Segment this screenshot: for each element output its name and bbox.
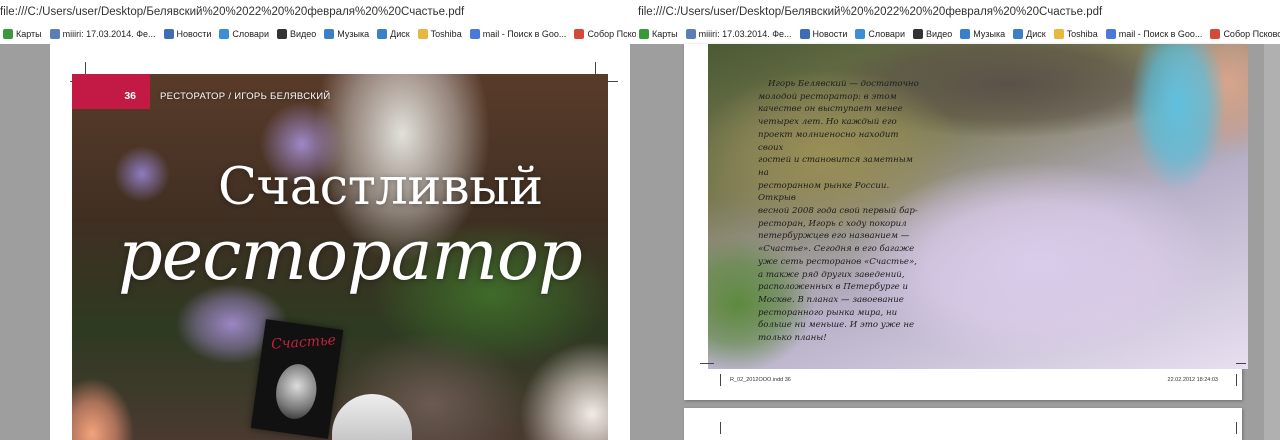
bookmark-label: Диск — [390, 29, 410, 39]
bookmark-item[interactable]: Словари — [852, 29, 908, 39]
page-number: 36 — [124, 90, 136, 102]
bookmark-item[interactable]: Видео — [274, 29, 319, 39]
crop-mark — [720, 374, 721, 386]
crop-mark — [720, 422, 721, 434]
right-browser-window: file:///C:/Users/user/Desktop/Белявский%… — [636, 0, 1280, 440]
bookmark-label: Карты — [652, 29, 678, 39]
page-number-tag: 36 — [72, 74, 150, 109]
next-pdf-page — [684, 408, 1242, 440]
site-icon — [574, 29, 585, 39]
bookmarks-bar: Карты miiiri: 17.03.2014. Фе... Новости Сло… — [636, 26, 1280, 42]
bookmark-item[interactable]: Собор Псково-Печ... — [571, 29, 636, 39]
iron-image — [332, 394, 412, 440]
bookmark-item[interactable]: Собор Псково-Печ... — [1207, 29, 1280, 39]
intro-paragraph: Игорь Белявский — достаточно молодой рес… — [758, 79, 919, 344]
pdf-viewer[interactable]: Игорь Белявский — достаточно молодой рес… — [636, 44, 1280, 440]
bookmark-item[interactable]: Диск — [374, 29, 413, 39]
bookmark-label: Видео — [925, 29, 953, 39]
bookmark-label: Диск — [1026, 29, 1046, 39]
folder-icon — [1053, 29, 1064, 39]
music-icon — [324, 29, 335, 39]
bookmark-label: Словари — [868, 29, 905, 39]
bookmark-item[interactable]: Новости — [797, 29, 851, 39]
vertical-scrollbar[interactable] — [1264, 44, 1280, 440]
bookmark-item[interactable]: Toshiba — [415, 29, 465, 39]
folder-icon — [417, 29, 428, 39]
bookmark-item[interactable]: mail - Поиск в Goo... — [1103, 29, 1206, 39]
maps-icon — [639, 29, 649, 39]
bookmark-label: miiiri: 17.03.2014. Фе... — [62, 29, 156, 39]
crop-mark — [700, 363, 714, 364]
book-title: Счастье — [270, 332, 337, 353]
pdf-page: Игорь Белявский — достаточно молодой рес… — [684, 44, 1248, 400]
bookmark-item[interactable]: Видео — [910, 29, 955, 39]
bookmark-label: Карты — [16, 29, 42, 39]
bookmark-label: Новости — [176, 29, 212, 39]
address-bar[interactable]: file:///C:/Users/user/Desktop/Белявский%… — [0, 6, 464, 22]
interior-photo: Игорь Белявский — достаточно молодой рес… — [708, 44, 1248, 369]
pdf-page: Счастье 36 РЕСТОРАТОР / ИГОРЬ БЕЛЯВСКИЙ … — [50, 44, 630, 440]
bookmark-label: Toshiba — [430, 29, 462, 39]
video-icon — [912, 29, 923, 39]
crop-mark — [1236, 363, 1246, 364]
dictionary-icon — [855, 29, 866, 39]
section-kicker: РЕСТОРАТОР / ИГОРЬ БЕЛЯВСКИЙ — [160, 91, 331, 102]
bookmark-label: Новости — [812, 29, 848, 39]
google-icon — [469, 29, 480, 39]
headline-line1: Счастливый — [218, 158, 543, 217]
book-portrait — [272, 361, 320, 422]
print-timestamp: 22.02.2012 18:24:03 — [1167, 377, 1218, 383]
bookmark-item[interactable]: Музыка — [321, 29, 372, 39]
bookmarks-bar: Карты miiiri: 17.03.2014. Фе... Новости Сло… — [0, 26, 636, 42]
bookmark-item[interactable]: Диск — [1010, 29, 1049, 39]
maps-icon — [3, 29, 13, 39]
address-bar[interactable]: file:///C:/Users/user/Desktop/Белявский%… — [638, 6, 1102, 22]
google-icon — [1105, 29, 1116, 39]
bookmark-label: Собор Псково-Печ... — [1223, 29, 1280, 39]
bookmark-label: Видео — [289, 29, 317, 39]
user-icon — [685, 29, 696, 39]
bookmark-label: Словари — [232, 29, 269, 39]
bookmark-label: mail - Поиск в Goo... — [1118, 29, 1203, 39]
bookmark-item[interactable]: Карты — [0, 29, 45, 39]
crop-mark — [1236, 374, 1237, 386]
bookmark-label: Toshiba — [1066, 29, 1098, 39]
bookmark-label: Музыка — [973, 29, 1006, 39]
bookmark-item[interactable]: Новости — [161, 29, 215, 39]
bookmark-item[interactable]: Toshiba — [1051, 29, 1101, 39]
bookmark-item[interactable]: mail - Поиск в Goo... — [467, 29, 570, 39]
bookmark-item[interactable]: Музыка — [957, 29, 1008, 39]
bookmark-label: Собор Псково-Печ... — [587, 29, 636, 39]
headline-line2: ресторатор — [118, 214, 583, 296]
news-icon — [799, 29, 810, 39]
file-slug: R_02_2012ООО.indd 36 — [730, 377, 791, 383]
bookmark-item[interactable]: miiiri: 17.03.2014. Фе... — [47, 29, 159, 39]
bookmark-item[interactable]: Словари — [216, 29, 272, 39]
crop-mark — [1236, 422, 1237, 434]
user-icon — [49, 29, 60, 39]
dictionary-icon — [219, 29, 230, 39]
bookmark-item[interactable]: Карты — [636, 29, 681, 39]
bookmark-label: mail - Поиск в Goo... — [482, 29, 567, 39]
bookmark-label: Музыка — [337, 29, 370, 39]
page-footer: R_02_2012ООО.indd 36 22.02.2012 18:24:03 — [684, 372, 1242, 396]
bookmark-item[interactable]: miiiri: 17.03.2014. Фе... — [683, 29, 795, 39]
bookmark-label: miiiri: 17.03.2014. Фе... — [698, 29, 792, 39]
disk-icon — [1013, 29, 1024, 39]
music-icon — [960, 29, 971, 39]
left-browser-window: file:///C:/Users/user/Desktop/Белявский%… — [0, 0, 636, 440]
pdf-viewer[interactable]: Счастье 36 РЕСТОРАТОР / ИГОРЬ БЕЛЯВСКИЙ … — [0, 44, 636, 440]
video-icon — [276, 29, 287, 39]
news-icon — [163, 29, 174, 39]
book-image: Счастье — [250, 319, 344, 439]
disk-icon — [377, 29, 388, 39]
site-icon — [1210, 29, 1221, 39]
